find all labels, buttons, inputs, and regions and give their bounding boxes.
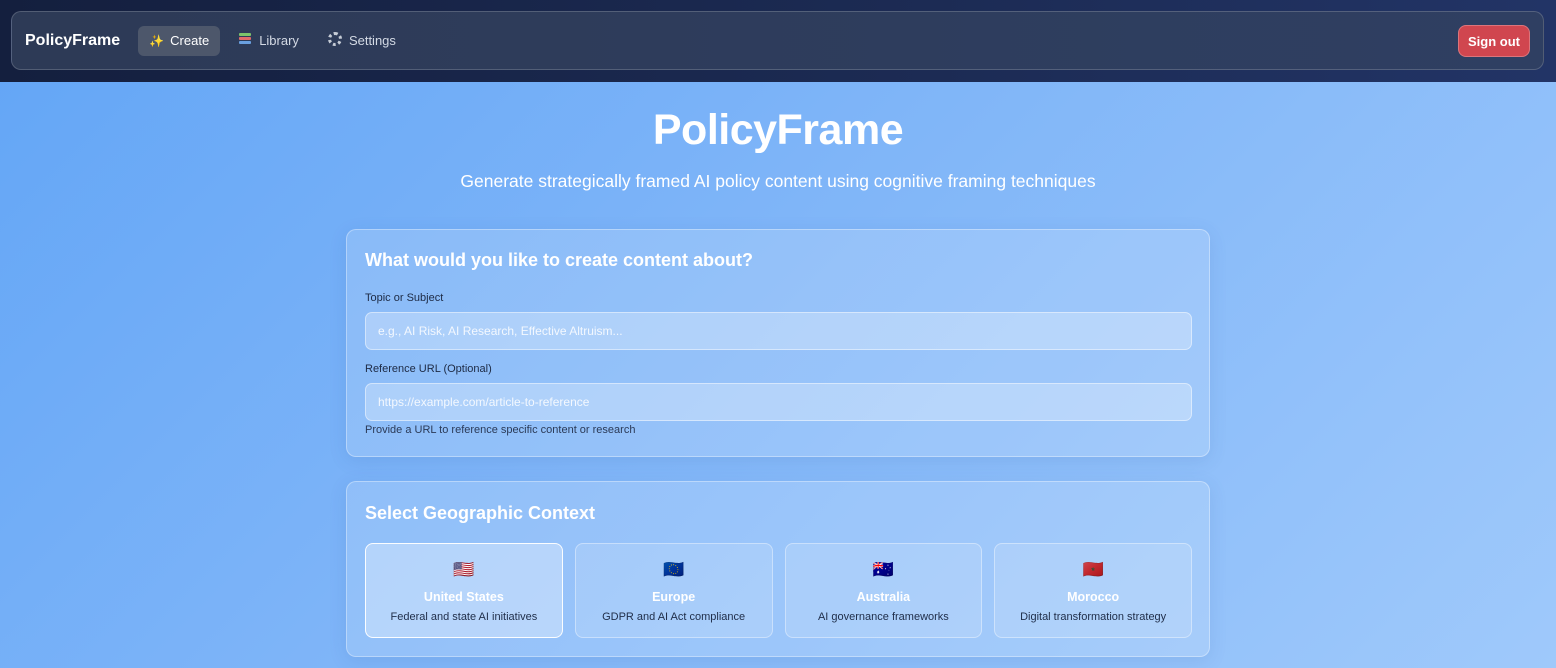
- region-option-europe[interactable]: 🇪🇺 Europe GDPR and AI Act compliance: [574, 543, 773, 638]
- reference-url-label: Reference URL (Optional): [365, 363, 492, 375]
- nav-item-settings[interactable]: Settings: [317, 26, 407, 56]
- sparkles-icon: ✨: [149, 33, 165, 48]
- card-heading: What would you like to create content ab…: [365, 250, 754, 270]
- region-name: Europe: [652, 590, 696, 604]
- navbar: PolicyFrame ✨ Create Library Settings Si…: [11, 11, 1544, 70]
- nav-item-library[interactable]: Library: [227, 26, 310, 56]
- australia-flag-icon: 🇦🇺: [872, 560, 894, 579]
- sign-out-button[interactable]: Sign out: [1458, 25, 1530, 57]
- geographic-context-card: Select Geographic Context 🇺🇸 United Stat…: [346, 481, 1210, 657]
- region-description: AI governance frameworks: [817, 611, 949, 623]
- region-name: United States: [423, 590, 504, 604]
- region-name: Morocco: [1067, 590, 1120, 604]
- brand-logo[interactable]: PolicyFrame: [25, 32, 120, 50]
- region-description: Digital transformation strategy: [1020, 611, 1167, 623]
- reference-url-hint: Provide a URL to reference specific cont…: [365, 424, 636, 436]
- page-title: PolicyFrame: [652, 106, 904, 154]
- nav-item-label: Settings: [348, 33, 396, 48]
- nav-item-label: Create: [170, 33, 210, 48]
- content-topic-card: What would you like to create content ab…: [346, 229, 1210, 457]
- card-heading: Select Geographic Context: [365, 503, 596, 523]
- morocco-flag-icon: 🇲🇦: [1082, 560, 1104, 579]
- region-option-australia[interactable]: 🇦🇺 Australia AI governance frameworks: [784, 543, 983, 638]
- us-flag-icon: 🇺🇸: [453, 560, 475, 579]
- topic-label: Topic or Subject: [365, 292, 444, 304]
- gear-icon: [327, 32, 342, 49]
- eu-flag-icon: 🇪🇺: [663, 560, 685, 579]
- region-description: Federal and state AI initiatives: [390, 611, 538, 623]
- region-options: 🇺🇸 United States Federal and state AI in…: [365, 543, 1192, 638]
- region-description: GDPR and AI Act compliance: [602, 611, 746, 623]
- nav-item-label: Library: [259, 33, 299, 48]
- region-option-morocco[interactable]: 🇲🇦 Morocco Digital transformation strate…: [994, 543, 1192, 638]
- nav-item-create[interactable]: ✨ Create: [138, 25, 221, 56]
- region-option-united-states[interactable]: 🇺🇸 United States Federal and state AI in…: [365, 543, 563, 638]
- page-subtitle: Generate strategically framed AI policy …: [460, 171, 1096, 191]
- books-icon: [238, 33, 252, 48]
- topic-input[interactable]: [365, 312, 1192, 350]
- region-name: Australia: [856, 590, 911, 604]
- reference-url-input[interactable]: [365, 383, 1192, 421]
